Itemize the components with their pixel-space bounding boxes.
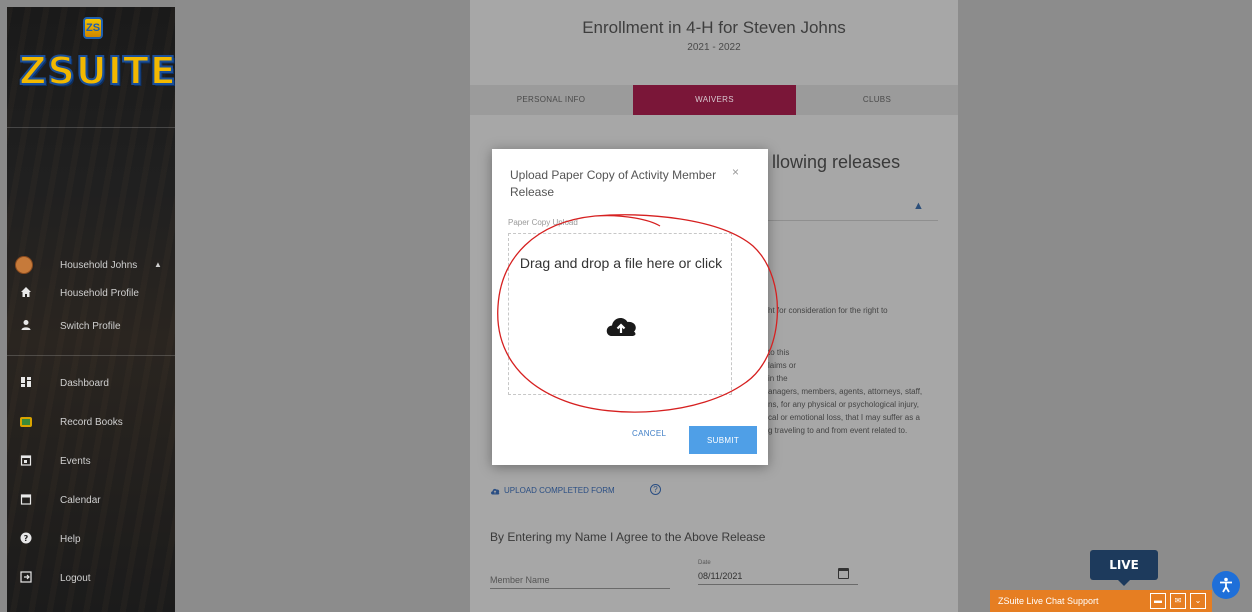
release-text: g traveling to and from event related to… — [768, 426, 908, 435]
sidebar: ZS ZSUITE Household Johns ▲ Household Pr… — [7, 7, 175, 612]
sidebar-item-label: Household Profile — [60, 287, 139, 299]
person-icon — [19, 319, 33, 333]
file-dropzone[interactable]: Drag and drop a file here or click — [497, 214, 778, 413]
red-annotation-circle — [497, 214, 778, 413]
sidebar-divider — [7, 127, 175, 128]
calendar-icon[interactable] — [838, 568, 849, 579]
tab-waivers[interactable]: WAIVERS — [633, 85, 796, 115]
chat-message-icon[interactable]: ▬ — [1150, 593, 1166, 609]
live-chat-badge[interactable]: LIVE CHAT — [1090, 550, 1158, 602]
chat-bar-label: ZSuite Live Chat Support — [998, 596, 1099, 606]
chevron-up-icon[interactable]: ▲ — [913, 200, 924, 212]
email-icon[interactable]: ✉ — [1170, 593, 1186, 609]
cancel-button[interactable]: CANCEL — [632, 429, 666, 438]
release-text: to this — [768, 348, 790, 357]
logo-badge: ZS — [83, 17, 103, 39]
member-name-field[interactable]: Member Name — [490, 575, 550, 585]
sidebar-item-record-books[interactable]: Record Books — [7, 409, 175, 435]
release-text: anagers, members, agents, attorneys, sta… — [768, 387, 923, 396]
chevron-down-icon[interactable]: ⌄ — [1190, 593, 1206, 609]
sidebar-item-label: Help — [60, 533, 81, 545]
tab-personal-info[interactable]: PERSONAL INFO — [470, 85, 632, 115]
record-books-icon — [19, 415, 33, 429]
page-title: Enrollment in 4-H for Steven Johns — [582, 18, 846, 37]
upload-completed-form-link[interactable]: UPLOAD COMPLETED FORM — [490, 486, 615, 495]
sidebar-item-household-profile[interactable]: Household Profile — [7, 280, 175, 306]
svg-text:?: ? — [24, 534, 29, 543]
cloud-upload-icon — [491, 488, 500, 494]
sidebar-item-switch-profile[interactable]: Switch Profile — [7, 313, 175, 339]
sidebar-item-events[interactable]: Events — [7, 448, 175, 474]
household-switcher[interactable]: Household Johns ▲ — [7, 252, 175, 278]
dialog-title: Upload Paper Copy of Activity Member Rel… — [510, 168, 717, 199]
release-text: cal or emotional loss, that I may suffer… — [768, 413, 920, 422]
sidebar-item-logout[interactable]: Logout — [7, 565, 175, 591]
event-icon — [19, 454, 33, 468]
release-text: ns, for any physical or psychological in… — [768, 400, 920, 409]
sidebar-item-dashboard[interactable]: Dashboard — [7, 370, 175, 396]
close-icon[interactable]: × — [732, 165, 739, 179]
dashboard-icon — [19, 376, 33, 390]
sidebar-item-calendar[interactable]: Calendar — [7, 487, 175, 513]
caret-up-icon: ▲ — [154, 260, 162, 269]
field-label: Paper Copy Upload — [508, 218, 578, 227]
avatar — [15, 256, 33, 274]
upload-link-label: UPLOAD COMPLETED FORM — [504, 486, 615, 495]
date-label: Date — [698, 560, 711, 566]
sidebar-item-label: Calendar — [60, 494, 101, 506]
sidebar-item-label: Switch Profile — [60, 320, 121, 332]
sidebar-item-label: Events — [60, 455, 91, 467]
sidebar-item-label: Dashboard — [60, 377, 109, 389]
live-chat-bar[interactable]: ZSuite Live Chat Support ▬ ✉ ⌄ — [990, 590, 1212, 612]
dropzone-text: Drag and drop a file here or click — [519, 255, 723, 271]
sidebar-item-label: Logout — [60, 572, 91, 584]
help-icon[interactable]: ? — [650, 484, 661, 495]
household-label: Household Johns — [60, 259, 138, 271]
accessibility-icon[interactable] — [1212, 571, 1240, 599]
date-underline — [698, 584, 858, 585]
logo-text: ZSUITE — [18, 48, 175, 94]
sidebar-divider — [7, 355, 175, 356]
enrollment-tabs: PERSONAL INFO WAIVERS CLUBS — [470, 85, 958, 115]
help-icon: ? — [19, 532, 33, 546]
page-subtitle: 2021 - 2022 — [687, 42, 741, 53]
upload-dialog: Upload Paper Copy of Activity Member Rel… — [492, 149, 778, 465]
agree-heading: By Entering my Name I Agree to the Above… — [490, 530, 766, 544]
releases-heading: llowing releases — [772, 152, 901, 172]
date-field[interactable]: 08/11/2021 — [698, 571, 742, 581]
sidebar-item-label: Record Books — [60, 416, 123, 428]
logo[interactable]: ZS ZSUITE — [7, 7, 175, 127]
release-text: laims or — [768, 361, 797, 370]
calendar-icon — [19, 493, 33, 507]
tab-clubs[interactable]: CLUBS — [796, 85, 958, 115]
member-name-underline — [490, 588, 670, 589]
sidebar-item-help[interactable]: ? Help — [7, 526, 175, 552]
cloud-upload-icon — [606, 318, 636, 336]
submit-button[interactable]: SUBMIT — [689, 426, 757, 454]
logout-icon — [19, 571, 33, 585]
release-text: in the — [768, 374, 788, 383]
home-icon — [19, 286, 33, 300]
release-text: ht for consideration for the right to — [768, 306, 888, 315]
